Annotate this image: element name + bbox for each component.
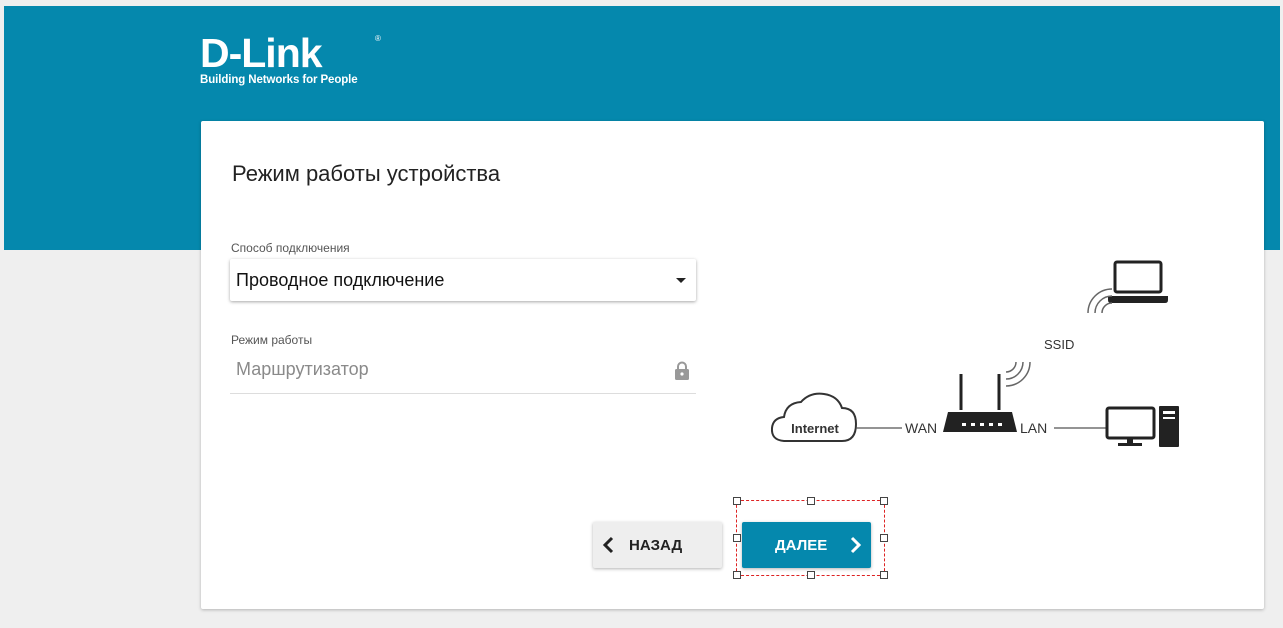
selection-handle xyxy=(880,534,888,542)
network-diagram: Internet WAN LAN SSID xyxy=(770,260,1179,447)
chevron-right-icon xyxy=(849,535,863,559)
selection-handle xyxy=(807,497,815,505)
selection-handle xyxy=(733,534,741,542)
selection-handle xyxy=(733,571,741,579)
back-button-label: НАЗАД xyxy=(629,537,683,554)
operation-mode-label: Режим работы xyxy=(231,333,313,347)
lock-icon xyxy=(674,361,690,386)
caret-down-icon xyxy=(676,278,686,283)
next-button-label: ДАЛЕЕ xyxy=(775,537,828,554)
laptop-icon xyxy=(1108,260,1168,303)
dlink-logo: D-Link ® Building Networks for People xyxy=(200,30,381,86)
connection-type-select[interactable]: Проводное подключение xyxy=(230,259,696,301)
wan-label: WAN xyxy=(905,420,937,436)
logo-tagline: Building Networks for People xyxy=(200,74,358,86)
chevron-left-icon xyxy=(601,535,615,559)
operation-mode-field: Маршрутизатор xyxy=(230,355,696,394)
back-button[interactable]: НАЗАД xyxy=(593,522,722,568)
selection-handle xyxy=(807,571,815,579)
ssid-label: SSID xyxy=(1044,337,1074,352)
selection-handle xyxy=(880,497,888,505)
wizard-card: Режим работы устройства Способ подключен… xyxy=(201,121,1264,609)
lan-label: LAN xyxy=(1020,420,1047,436)
page-title: Режим работы устройства xyxy=(232,161,501,186)
internet-label: Internet xyxy=(791,421,839,436)
connection-type-label: Способ подключения xyxy=(231,241,350,255)
connection-type-value: Проводное подключение xyxy=(236,270,445,290)
router-wifi-icon xyxy=(1005,361,1031,387)
next-button[interactable]: ДАЛЕЕ xyxy=(742,522,871,568)
desktop-computer-icon xyxy=(1105,406,1179,447)
selection-handle xyxy=(733,497,741,505)
logo-wordmark: D-Link xyxy=(200,30,323,76)
router-icon xyxy=(943,374,1017,432)
selection-handle xyxy=(880,571,888,579)
logo-registered-mark: ® xyxy=(375,34,381,43)
operation-mode-value: Маршрутизатор xyxy=(236,359,369,379)
